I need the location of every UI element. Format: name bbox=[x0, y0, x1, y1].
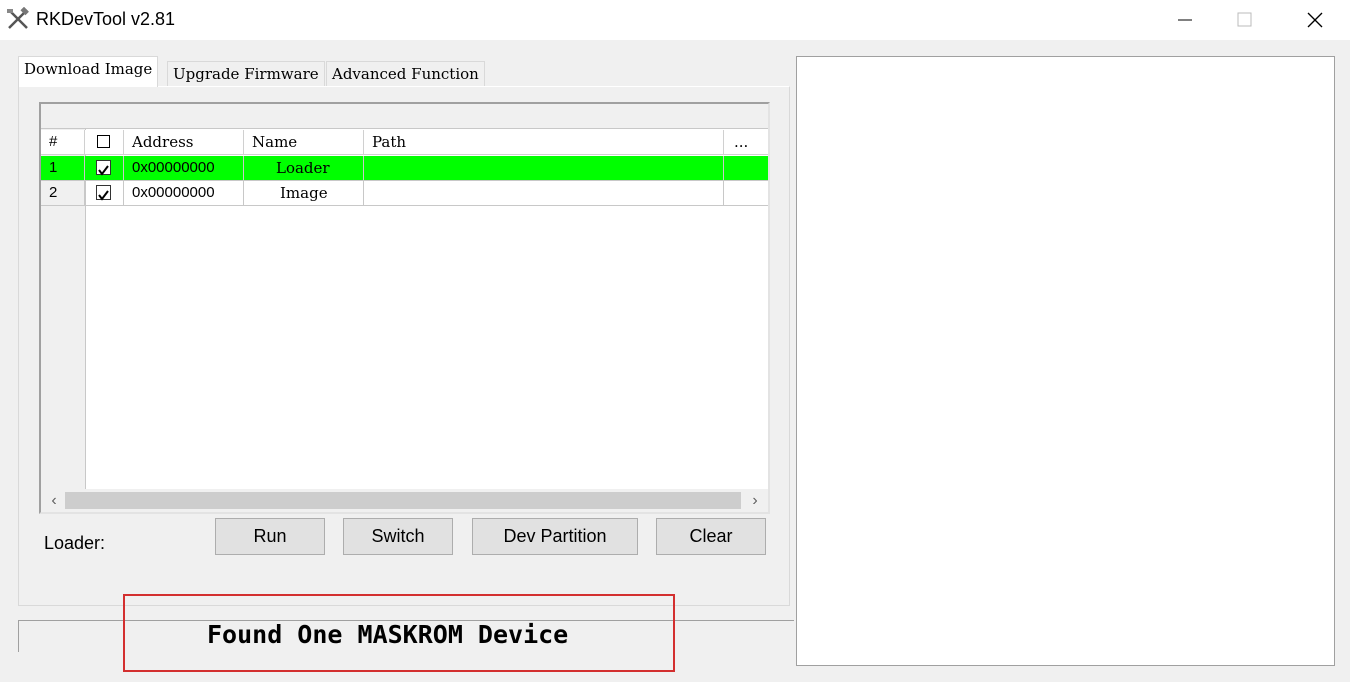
clear-button[interactable]: Clear bbox=[656, 518, 766, 555]
horizontal-scrollbar[interactable]: ‹ › bbox=[41, 489, 768, 512]
maximize-icon bbox=[1237, 12, 1252, 27]
maximize-button[interactable] bbox=[1215, 0, 1275, 40]
tab-advanced-function[interactable]: Advanced Function bbox=[326, 61, 485, 86]
list-toolbar bbox=[41, 104, 768, 129]
header-num: # bbox=[41, 130, 85, 155]
dev-partition-button[interactable]: Dev Partition bbox=[472, 518, 638, 555]
row-name[interactable]: Image bbox=[244, 181, 364, 206]
image-list: # Address Name Path ... 1 0x00000000 Loa… bbox=[39, 102, 770, 514]
switch-button[interactable]: Switch bbox=[343, 518, 453, 555]
title-bar: RKDevTool v2.81 bbox=[0, 0, 1350, 40]
row-checkbox[interactable] bbox=[96, 185, 111, 201]
header-address[interactable]: Address bbox=[124, 130, 244, 155]
scrollbar-thumb[interactable] bbox=[65, 492, 741, 509]
row-path[interactable] bbox=[364, 156, 724, 181]
row-name[interactable]: Loader bbox=[244, 156, 364, 181]
row-address[interactable]: 0x00000000 bbox=[124, 181, 244, 206]
tools-icon bbox=[7, 7, 29, 29]
window-title: RKDevTool v2.81 bbox=[36, 9, 176, 29]
header-path[interactable]: Path bbox=[364, 130, 724, 155]
row-checkbox-cell[interactable] bbox=[85, 156, 124, 181]
scroll-right-icon[interactable]: › bbox=[744, 491, 766, 511]
header-select-all[interactable] bbox=[85, 130, 124, 155]
row-checkbox-cell[interactable] bbox=[85, 181, 124, 206]
close-icon bbox=[1307, 12, 1323, 28]
tab-upgrade-firmware[interactable]: Upgrade Firmware bbox=[167, 61, 325, 86]
tab-download-image[interactable]: Download Image bbox=[18, 56, 159, 87]
row-browse[interactable] bbox=[724, 181, 768, 206]
table-row[interactable]: 1 0x00000000 Loader bbox=[41, 156, 768, 181]
run-button[interactable]: Run bbox=[215, 518, 325, 555]
table-row[interactable]: 2 0x00000000 Image bbox=[41, 181, 768, 206]
status-highlight-box bbox=[123, 594, 675, 672]
row-browse[interactable] bbox=[724, 156, 768, 181]
row-number: 1 bbox=[41, 156, 85, 181]
minimize-icon bbox=[1178, 19, 1192, 21]
checkmark-icon bbox=[98, 165, 109, 176]
log-panel[interactable] bbox=[796, 56, 1335, 666]
scroll-left-icon[interactable]: ‹ bbox=[43, 491, 65, 511]
row-number: 2 bbox=[41, 181, 85, 206]
row-address[interactable]: 0x00000000 bbox=[124, 156, 244, 181]
row-checkbox[interactable] bbox=[96, 160, 111, 176]
close-button[interactable] bbox=[1285, 0, 1345, 40]
header-name[interactable]: Name bbox=[244, 130, 364, 155]
select-all-checkbox[interactable] bbox=[97, 135, 110, 148]
checkmark-icon bbox=[98, 190, 109, 201]
row-path[interactable] bbox=[364, 181, 724, 206]
minimize-button[interactable] bbox=[1155, 0, 1215, 40]
header-more[interactable]: ... bbox=[724, 130, 768, 155]
loader-label: Loader: bbox=[44, 533, 106, 553]
